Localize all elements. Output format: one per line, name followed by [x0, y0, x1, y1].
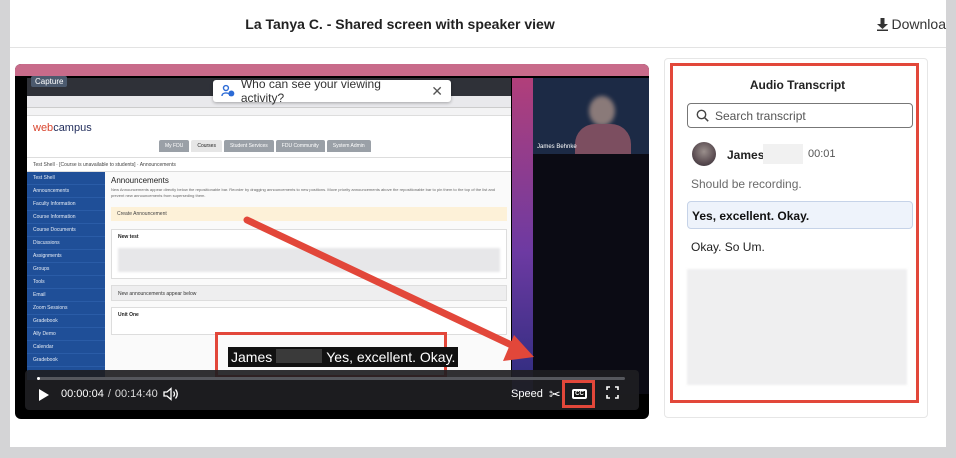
announcement-card: New test — [111, 229, 507, 279]
redacted-content — [118, 248, 500, 272]
shared-menubar — [15, 64, 649, 76]
volume-icon — [163, 387, 178, 401]
people-icon — [221, 84, 235, 97]
speed-button[interactable]: Speed — [511, 388, 543, 400]
announcement-card: Unit One — [111, 307, 507, 335]
speaker-background — [533, 154, 649, 394]
transcript-line[interactable]: Okay. So Um. — [691, 240, 765, 254]
redacted-name — [276, 349, 323, 363]
total-time: 00:14:40 — [114, 388, 158, 400]
transcript-line-active[interactable]: Yes, excellent. Okay. — [687, 201, 913, 229]
download-arrow-icon — [876, 17, 888, 31]
cc-button[interactable]: CC — [572, 389, 587, 399]
course-nav-item: Zoom Sessions — [27, 302, 105, 315]
course-nav-item: Tools — [27, 276, 105, 289]
create-announcement-bar: Create Announcement — [111, 207, 507, 221]
announcement-row: New announcements appear below — [111, 285, 507, 301]
course-nav-item: Ally Demo — [27, 328, 105, 341]
course-nav-item: Course Information — [27, 211, 105, 224]
volume-button[interactable] — [163, 387, 179, 401]
redacted-transcript — [687, 269, 907, 385]
transcript-line[interactable]: Should be recording. — [691, 177, 802, 191]
search-icon — [696, 109, 709, 122]
play-button[interactable] — [39, 389, 49, 401]
closed-caption: James Yes, excellent. Okay. — [228, 347, 459, 367]
content-description: New Announcements appear directly below … — [111, 187, 496, 198]
caption-speaker: James — [231, 349, 273, 365]
course-nav-item: Calendar — [27, 341, 105, 354]
redacted-name — [763, 144, 803, 164]
download-label: Downloa — [891, 16, 946, 32]
transcript-search[interactable] — [687, 103, 913, 128]
course-nav-item: Gradebook — [27, 315, 105, 328]
campus-tab: Courses — [191, 140, 222, 152]
campus-breadcrumb: Test Shell · [Course is unavailable to s… — [27, 158, 511, 172]
transcript-title: Audio Transcript — [749, 78, 846, 92]
privacy-popup[interactable]: Who can see your viewing activity? ✕ — [213, 77, 451, 105]
browser-bookmarks — [27, 108, 511, 116]
privacy-popup-text: Who can see your viewing activity? — [240, 77, 381, 105]
course-nav-item: Test Shell — [27, 172, 105, 185]
campus-header: webcampus My FDU Courses Student Service… — [27, 116, 511, 158]
transcript-speaker: James — [727, 148, 765, 162]
course-nav-item: Course Documents — [27, 224, 105, 237]
speaker-tile-name: James Behnke — [537, 144, 577, 150]
close-icon[interactable]: ✕ — [431, 83, 443, 100]
campus-tab: System Admin — [326, 140, 371, 152]
campus-tab: FDU Community — [275, 140, 325, 152]
speaker-tile: James Behnke — [533, 78, 649, 154]
campus-tab: My FDU — [159, 140, 190, 152]
announcement-title: New test — [118, 234, 139, 240]
page-title: La Tanya C. - Shared screen with speaker… — [245, 16, 555, 32]
content-title: Announcements — [111, 176, 169, 185]
course-nav-item: Announcements — [27, 185, 105, 198]
course-nav-item: Faculty Information — [27, 198, 105, 211]
capture-badge: Capture — [31, 76, 68, 87]
time-separator: / — [107, 388, 111, 400]
campus-nav-tabs: My FDU Courses Student Services FDU Comm… — [159, 140, 371, 152]
speaker-body — [575, 124, 631, 154]
scissors-icon[interactable]: ✂ — [549, 386, 561, 403]
time-display: 00:00:04 / 00:14:40 — [61, 388, 158, 400]
player-controls: 00:00:04 / 00:14:40 Speed ✂ CC — [25, 370, 639, 410]
speaker-head — [589, 96, 615, 126]
course-nav-item: Email — [27, 289, 105, 302]
progress-fill — [37, 377, 40, 380]
fullscreen-icon — [606, 386, 619, 399]
course-nav-item: Groups — [27, 263, 105, 276]
transcript-timestamp[interactable]: 00:01 — [808, 148, 836, 160]
progress-bar[interactable] — [37, 377, 625, 380]
cc-highlight: CC — [562, 380, 595, 408]
caption-text: Yes, excellent. Okay. — [326, 349, 456, 365]
avatar — [692, 142, 716, 166]
download-button[interactable]: Downloa — [876, 16, 946, 32]
course-nav-item: Gradebook — [27, 354, 105, 367]
course-nav-item: Assignments — [27, 250, 105, 263]
video-player[interactable]: James Behnke webcampus My FDU Courses St… — [15, 64, 649, 419]
top-bar: La Tanya C. - Shared screen with speaker… — [10, 0, 946, 48]
course-left-nav: Test Shell Announcements Faculty Informa… — [27, 172, 105, 380]
campus-tab: Student Services — [223, 140, 274, 152]
search-input[interactable] — [715, 108, 905, 123]
campus-logo: webcampus — [33, 122, 92, 134]
fullscreen-button[interactable] — [606, 386, 619, 399]
current-time: 00:00:04 — [61, 388, 104, 400]
course-nav-item: Discussions — [27, 237, 105, 250]
